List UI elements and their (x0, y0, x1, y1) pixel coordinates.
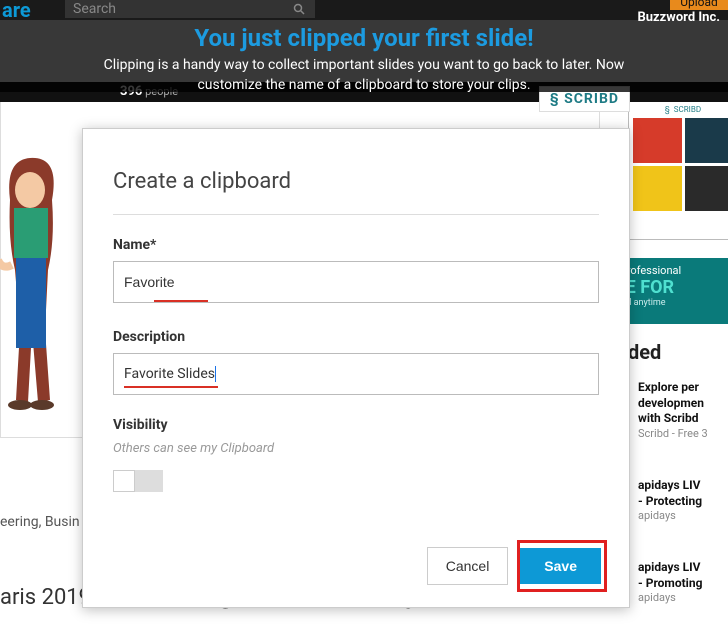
description-input[interactable]: Favorite Slides (113, 353, 599, 395)
text-cursor (215, 366, 216, 382)
visibility-field-block: Visibility Others can see my Clipboard (113, 417, 599, 492)
rec-source: apidays (638, 509, 728, 522)
divider (113, 214, 599, 215)
save-button[interactable]: Save (520, 548, 601, 584)
widget-tile (685, 118, 728, 163)
rec-title-line: apidays LIV (638, 478, 728, 494)
spellcheck-underline (124, 386, 218, 388)
upload-button-fragment[interactable]: Upload (670, 0, 728, 10)
banner-subtitle: Clipping is a handy way to collect impor… (0, 56, 728, 95)
create-clipboard-modal: Create a clipboard Name* Description Fav… (82, 128, 630, 608)
banner-title: You just clipped your first slide! (0, 24, 728, 52)
search-placeholder: Search (73, 1, 116, 17)
recommended-heading: ded (628, 340, 728, 364)
modal-buttons: Cancel Save (427, 547, 601, 585)
description-label: Description (113, 329, 599, 345)
rec-title-line: apidays LIV (638, 560, 728, 576)
recommended-item[interactable]: apidays LIV - Protecting apidays (638, 478, 728, 522)
rec-title-line: - Promoting (638, 576, 728, 592)
widget-tile (685, 166, 728, 211)
recommended-item[interactable]: Explore per developmen with Scribd Scrib… (638, 380, 728, 440)
scribd-small-label: SCRIBD (674, 105, 701, 114)
search-icon[interactable] (293, 2, 305, 20)
logo-fragment: are (0, 0, 31, 20)
description-field-block: Description Favorite Slides (113, 329, 599, 395)
name-field-block: Name* (113, 237, 599, 307)
visibility-label: Visibility (113, 417, 599, 433)
cancel-button[interactable]: Cancel (427, 547, 509, 585)
recommended-item[interactable]: apidays LIV - Promoting apidays (638, 560, 728, 604)
tags-fragment: eering, Busin (0, 514, 80, 530)
rec-source: Scribd - Free 3 (638, 427, 728, 440)
modal-title: Create a clipboard (113, 169, 599, 194)
person-illustration (0, 150, 70, 420)
clip-banner: You just clipped your first slide! Clipp… (0, 20, 728, 92)
rec-source: apidays (638, 591, 728, 604)
name-label: Name* (113, 237, 599, 253)
toggle-knob (113, 470, 135, 492)
widget-tile (633, 166, 682, 211)
scribd-widget[interactable]: § SCRIBD (628, 100, 728, 240)
widget-tile (633, 118, 682, 163)
rec-title-line: with Scribd (638, 411, 728, 427)
header-bar: are Search Upload (0, 0, 728, 20)
rec-title-line: Explore per (638, 380, 728, 396)
description-value: Favorite Slides (124, 366, 215, 382)
spellcheck-underline (154, 300, 208, 302)
search-input[interactable]: Search (65, 0, 315, 18)
name-input[interactable] (113, 261, 599, 303)
rec-title-line: developmen (638, 396, 728, 412)
visibility-subtitle: Others can see my Clipboard (113, 441, 599, 456)
rec-title-line: - Protecting (638, 494, 728, 510)
account-label: Buzzword Inc. (637, 10, 720, 25)
visibility-toggle[interactable] (113, 470, 163, 492)
